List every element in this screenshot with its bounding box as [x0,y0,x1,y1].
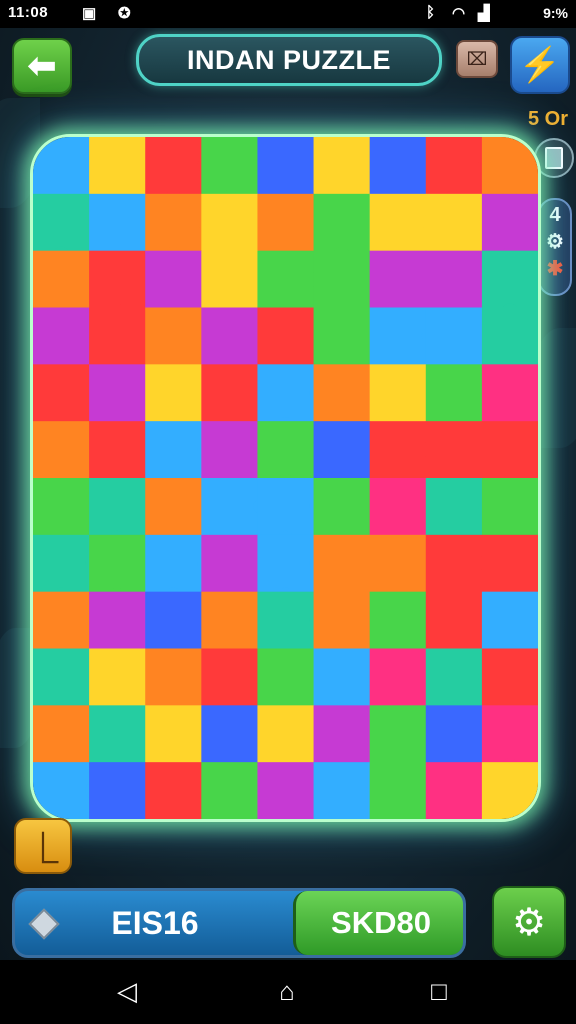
map-icon: ⌧ [466,48,488,69]
wifi-icon: ◠ [452,5,466,22]
score-right-button[interactable]: SKD80 [293,891,463,955]
gallery-icon: ▣ [82,5,97,22]
book-icon: ⎿ [28,833,58,866]
book-button[interactable]: ⎿ [14,818,72,874]
back-nav-icon[interactable]: ◁ [112,976,142,1006]
board-gloss [33,137,538,819]
moves-counter: 5 Or [528,108,569,130]
map-button[interactable]: ⌧ [456,40,498,78]
arrow-left-icon: ⬅ [27,47,57,85]
game-area: ⬅ INDAN PUZZLE ⌧ ⚡ 5 Or 4 ⚙ ✱ ⎿ EIS16 SK… [0,28,576,960]
back-button[interactable]: ⬅ [12,38,72,94]
score-left: EIS16 [111,904,199,941]
page-title: INDAN PUZZLE [136,34,442,86]
status-time: 11:08 [8,4,49,21]
score-bar: EIS16 SKD80 [12,888,466,958]
recents-nav-icon[interactable]: □ [424,976,454,1006]
puzzle-board[interactable] [30,134,541,822]
signal-icon: ▟ [478,5,490,22]
system-navbar: ◁ ⌂ □ [0,960,576,1024]
side-tools: 4 ⚙ ✱ [538,198,572,296]
side-count[interactable]: 4 [540,204,570,227]
side-spark-icon[interactable]: ✱ [540,256,570,281]
home-nav-icon[interactable]: ⌂ [272,976,302,1006]
app-icon: ✪ [118,5,131,22]
status-bar: 11:08 ▣ ✪ ᛒ ◠ ▟ 9:% [0,0,576,28]
lightning-icon: ⚡ [518,46,562,84]
bluetooth-icon: ᛒ [426,4,436,21]
gear-icon: ⚙ [511,901,547,944]
battery-status: 9:% [543,5,568,21]
puzzle-grid[interactable] [33,137,538,819]
hint-button[interactable]: ⚡ [510,36,570,94]
card-icon [545,147,563,169]
side-gear-icon[interactable]: ⚙ [540,229,570,254]
settings-button[interactable]: ⚙ [492,886,566,958]
